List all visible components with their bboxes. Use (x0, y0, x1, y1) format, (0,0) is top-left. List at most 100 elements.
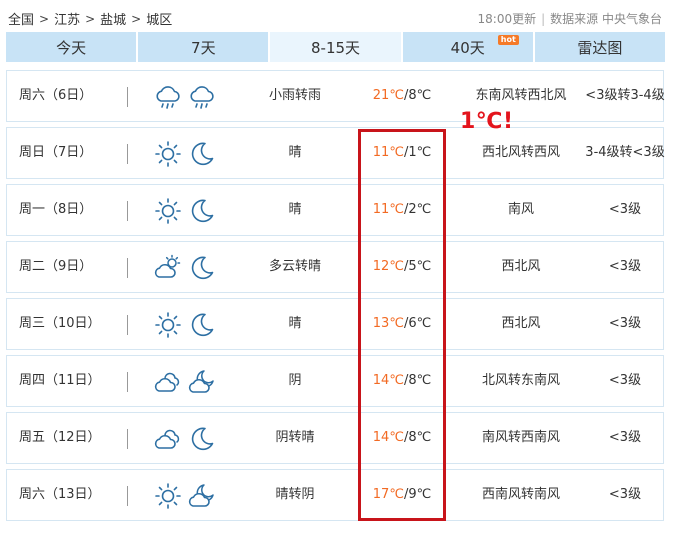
forecast-day: 周六（6日） (19, 88, 93, 103)
forecast-row[interactable]: 周日（7日） 晴 11℃/1℃ 西北风转西风 3-4级转<3级 (6, 127, 665, 179)
low-temp: /1℃ (403, 145, 432, 160)
low-temp: /5℃ (403, 259, 432, 274)
weather-desc: 晴 (288, 145, 302, 160)
weather-icons (153, 481, 217, 511)
forecast-day: 周六（13日） (19, 487, 101, 502)
wind-direction: 西南风转南风 (481, 487, 560, 502)
row-divider (127, 486, 128, 506)
sun-icon (153, 310, 183, 340)
overcast-icon (153, 367, 183, 397)
breadcrumb-city[interactable]: 盐城 (100, 9, 126, 28)
temperature: 12℃/5℃ (357, 242, 447, 292)
weather-desc: 阴 (288, 373, 302, 388)
forecast-row[interactable]: 周二（9日） 多云转晴 12℃/5℃ 西北风 <3级 (6, 241, 664, 293)
wind-direction: 西北风 (501, 316, 541, 331)
tab-label: 雷达图 (577, 38, 623, 57)
weather-desc: 阴转晴 (275, 430, 315, 445)
forecast-tabs: 今天 7天 8-15天 40天 hot 雷达图 (6, 32, 666, 62)
forecast-day: 周三（10日） (19, 316, 101, 331)
weather-desc: 多云转晴 (268, 259, 321, 274)
weather-icons (153, 310, 217, 340)
weather-icons (153, 253, 217, 283)
rain-cloud-icon (153, 82, 183, 112)
cloudy-night-icon (187, 367, 217, 397)
row-divider (127, 372, 128, 392)
temperature: 13℃/6℃ (357, 299, 447, 349)
forecast-row[interactable]: 周六（6日） 小雨转雨 21℃/8℃ 东南风转西北风 <3级转3-4级 (6, 70, 665, 122)
tab-radar[interactable]: 雷达图 (534, 32, 666, 62)
breadcrumb-country[interactable]: 全国 (8, 9, 34, 28)
tab-40-days[interactable]: 40天 hot (402, 32, 533, 62)
tab-label: 今天 (56, 38, 87, 57)
row-divider (127, 429, 128, 449)
high-temp: 11℃ (372, 145, 404, 160)
row-divider (127, 87, 128, 107)
forecast-row[interactable]: 周六（13日） 晴转阴 17℃/9℃ 西南风转南风 <3级 (6, 469, 664, 521)
breadcrumb-province[interactable]: 江苏 (54, 9, 80, 28)
tab-7-days[interactable]: 7天 (138, 32, 269, 62)
tab-today[interactable]: 今天 (6, 32, 137, 62)
wind-level: <3级 (608, 202, 642, 217)
meta-divider: | (541, 11, 546, 26)
forecast-day: 周五（12日） (19, 430, 101, 445)
wind-direction: 西北风转西风 (481, 145, 560, 160)
low-temp: /8℃ (403, 88, 432, 103)
breadcrumb: 全国 > 江苏 > 盐城 > 城区 (8, 9, 173, 29)
low-temp: /8℃ (403, 430, 432, 445)
forecast-row[interactable]: 周五（12日） 阴转晴 14℃/8℃ 南风转西南风 <3级 (6, 412, 664, 464)
wind-direction: 南风 (507, 202, 534, 217)
forecast-row[interactable]: 周四（11日） 阴 14℃/8℃ 北风转东南风 <3级 (6, 355, 664, 407)
high-temp: 11℃ (372, 202, 404, 217)
low-temp: /2℃ (403, 202, 432, 217)
tab-label: 7天 (191, 38, 216, 57)
forecast-row[interactable]: 周三（10日） 晴 13℃/6℃ 西北风 <3级 (6, 298, 664, 350)
low-temp: /6℃ (403, 316, 432, 331)
tab-label: 40天 (450, 38, 485, 57)
update-time: 18:00更新 (477, 12, 537, 26)
temperature: 14℃/8℃ (357, 413, 447, 463)
row-divider (127, 315, 128, 335)
breadcrumb-district: 城区 (146, 13, 173, 28)
moon-icon (187, 310, 217, 340)
moon-icon (187, 196, 217, 226)
temperature: 14℃/8℃ (357, 356, 447, 406)
high-temp: 14℃ (372, 430, 404, 445)
wind-level: <3级 (608, 487, 642, 502)
row-divider (127, 201, 128, 221)
rain-cloud-icon (187, 82, 217, 112)
weather-desc: 小雨转雨 (268, 88, 321, 103)
breadcrumb-separator: > (131, 11, 142, 26)
forecast-row[interactable]: 周一（8日） 晴 11℃/2℃ 南风 <3级 (6, 184, 664, 236)
high-temp: 21℃ (372, 88, 404, 103)
tab-label: 8-15天 (310, 38, 361, 57)
wind-level: <3级 (608, 259, 642, 274)
weather-icons (153, 82, 217, 112)
tab-8-15-days[interactable]: 8-15天 (270, 32, 401, 62)
breadcrumb-separator: > (85, 11, 96, 26)
breadcrumb-separator: > (39, 11, 50, 26)
weather-desc: 晴 (288, 316, 302, 331)
sun-icon (153, 139, 183, 169)
overcast-icon (153, 424, 183, 454)
forecast-day: 周日（7日） (19, 145, 93, 160)
weather-desc: 晴 (288, 202, 302, 217)
forecast-day: 周一（8日） (19, 202, 93, 217)
forecast-day: 周二（9日） (19, 259, 93, 274)
wind-direction: 北风转东南风 (481, 373, 560, 388)
wind-direction: 南风转西南风 (481, 430, 560, 445)
row-divider (127, 144, 128, 164)
wind-level: <3级 (608, 316, 642, 331)
forecast-day: 周四（11日） (19, 373, 101, 388)
high-temp: 13℃ (372, 316, 404, 331)
moon-icon (187, 139, 217, 169)
weather-icons (153, 367, 217, 397)
temperature: 17℃/9℃ (357, 470, 447, 520)
top-bar: 全国 > 江苏 > 盐城 > 城区 18:00更新 | 数据来源 中央气象台 (0, 0, 674, 32)
data-source: 数据来源 中央气象台 (550, 12, 662, 26)
row-divider (127, 258, 128, 278)
high-temp: 12℃ (372, 259, 404, 274)
hot-badge: hot (497, 35, 519, 45)
weather-icons (153, 424, 217, 454)
partly-cloudy-icon (153, 253, 183, 283)
moon-icon (187, 424, 217, 454)
